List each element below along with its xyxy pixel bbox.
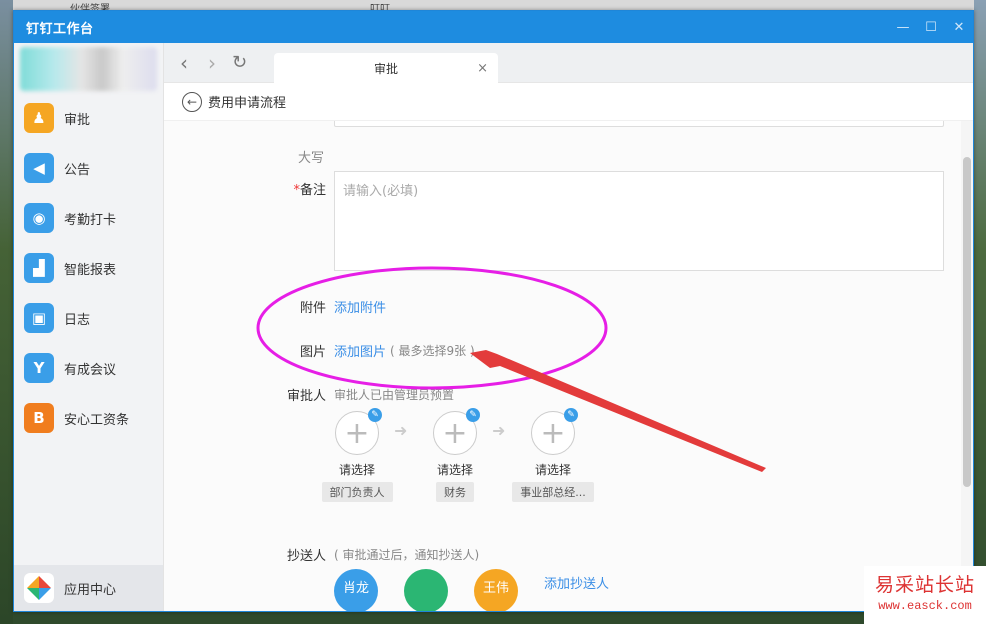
sidebar-item-label: 考勤打卡: [64, 212, 117, 228]
cc-avatar[interactable]: [404, 569, 448, 611]
back-nav-icon[interactable]: ‹: [180, 53, 188, 73]
add-approver-icon[interactable]: + ✎: [433, 408, 480, 455]
expense-form: 大写 *备注 请输入(必填) 附件 添加附件 图片 添加图片 ( 最多选择9张 …: [164, 121, 961, 611]
remark-placeholder: 请输入(必填): [343, 184, 419, 199]
approver-slot[interactable]: + ✎ 请选择事业部总经...: [508, 408, 598, 506]
flow-arrow-icon: ➜: [492, 421, 506, 440]
forward-nav-icon[interactable]: ›: [208, 53, 216, 73]
sidebar-item-label: 日志: [64, 312, 91, 328]
sidebar-item-app-center[interactable]: 应用中心: [14, 565, 163, 611]
image-hint: ( 最多选择9张 ): [390, 344, 475, 358]
sidebar: ♟ 审批 ◀ 公告 ◉ 考勤打卡 ▟ 智能报表 ▣ 日志 Y 有成会议 B 安心工资条 应用中心: [14, 43, 164, 611]
title-bar: 钉钉工作台 — ☐ ✕: [14, 11, 973, 43]
cc-avatar[interactable]: 王伟: [474, 569, 518, 611]
desktop-background-right: [974, 0, 986, 624]
watermark: 易采站长站 www.easck.com: [864, 566, 986, 624]
tab-label: 审批: [373, 61, 398, 76]
sidebar-item-label: 智能报表: [64, 262, 117, 278]
sidebar-item-0[interactable]: ♟ 审批: [14, 93, 163, 143]
image-label: 图片: [299, 345, 326, 360]
dingtalk-window: 钉钉工作台 — ☐ ✕ ♟ 审批 ◀ 公告 ◉ 考勤打卡 ▟ 智能报表 ▣ 日志 Y 有成会议 B 安心工…: [13, 10, 974, 612]
sidebar-item-label: 安心工资条: [64, 412, 130, 428]
desktop-background-left: [0, 0, 13, 624]
approver-slot[interactable]: + ✎ 请选择财务: [410, 408, 500, 506]
sidebar-item-1[interactable]: ◀ 公告: [14, 143, 163, 193]
sidebar-item-label: 应用中心: [64, 582, 117, 598]
scrollbar-thumb[interactable]: [963, 157, 971, 487]
approver-role-badge: 部门负责人: [321, 482, 393, 502]
sidebar-item-2[interactable]: ◉ 考勤打卡: [14, 193, 163, 243]
tab-close-icon[interactable]: ×: [477, 61, 488, 76]
sidebar-item-4[interactable]: ▣ 日志: [14, 293, 163, 343]
back-arrow-icon[interactable]: ←: [182, 91, 202, 112]
window-title: 钉钉工作台: [26, 21, 94, 37]
app-center-icon: [24, 573, 54, 603]
approval-icon: ♟: [24, 103, 54, 133]
sidebar-item-5[interactable]: Y 有成会议: [14, 343, 163, 393]
sidebar-item-3[interactable]: ▟ 智能报表: [14, 243, 163, 293]
approver-name: 请选择: [436, 463, 473, 477]
sidebar-item-label: 审批: [64, 112, 91, 128]
browser-tab-bar: ‹ › ↻ 审批 ×: [164, 43, 973, 83]
add-approver-icon[interactable]: + ✎: [531, 408, 578, 455]
approver-slot[interactable]: + ✎ 请选择部门负责人: [312, 408, 402, 506]
meeting-icon: Y: [24, 353, 54, 383]
cc-avatar[interactable]: 肖龙: [334, 569, 378, 611]
payslip-icon: B: [24, 403, 54, 433]
approver-role-badge: 财务: [436, 482, 474, 502]
megaphone-icon: ◀: [24, 153, 54, 183]
sidebar-bottom: 应用中心: [14, 565, 163, 611]
sidebar-item-6[interactable]: B 安心工资条: [14, 393, 163, 443]
location-pin-icon: ◉: [24, 203, 54, 233]
notebook-icon: ▣: [24, 303, 54, 333]
reload-icon[interactable]: ↻: [232, 53, 247, 73]
sidebar-item-label: 公告: [64, 162, 91, 178]
daxie-label: 大写: [297, 151, 324, 166]
approver-label: 审批人: [286, 389, 326, 404]
main-panel: ‹ › ↻ 审批 × ← 费用申请流程 大写 *备注 请输入(必填) 附件 添加…: [164, 43, 973, 611]
cc-hint: ( 审批通过后，通知抄送人): [334, 548, 480, 562]
edit-icon[interactable]: ✎: [368, 408, 382, 422]
tab-approval[interactable]: 审批 ×: [274, 53, 498, 83]
approver-role-badge: 事业部总经...: [512, 482, 594, 502]
edit-icon[interactable]: ✎: [466, 408, 480, 422]
add-cc-link[interactable]: 添加抄送人: [544, 573, 609, 592]
amount-input-partial[interactable]: [334, 121, 944, 127]
minimize-button[interactable]: —: [889, 20, 917, 35]
desktop-taskbar: 伙伴签署 叮叮: [0, 0, 986, 15]
flow-arrow-icon: ➜: [394, 421, 408, 440]
bar-chart-icon: ▟: [24, 253, 54, 283]
add-image-link[interactable]: 添加图片: [334, 341, 386, 360]
cc-label: 抄送人: [286, 549, 326, 564]
add-approver-icon[interactable]: + ✎: [335, 408, 382, 455]
sidebar-item-label: 有成会议: [64, 362, 117, 378]
edit-icon[interactable]: ✎: [564, 408, 578, 422]
page-header: ← 费用申请流程: [164, 83, 973, 121]
attachment-label: 附件: [299, 301, 326, 316]
remark-label: *备注: [293, 183, 326, 198]
maximize-button[interactable]: ☐: [917, 20, 945, 35]
remark-textarea[interactable]: 请输入(必填): [334, 171, 944, 271]
vertical-scrollbar[interactable]: [961, 121, 973, 611]
user-profile-blurred[interactable]: [20, 47, 157, 91]
approver-hint: 审批人已由管理员预置: [334, 388, 455, 402]
page-title: 费用申请流程: [208, 96, 287, 111]
watermark-url: www.easck.com: [878, 599, 972, 613]
approver-name: 请选择: [338, 463, 375, 477]
approver-name: 请选择: [534, 463, 571, 477]
close-button[interactable]: ✕: [945, 20, 973, 35]
add-attachment-link[interactable]: 添加附件: [334, 297, 386, 316]
watermark-brand: 易采站长站: [874, 574, 975, 596]
